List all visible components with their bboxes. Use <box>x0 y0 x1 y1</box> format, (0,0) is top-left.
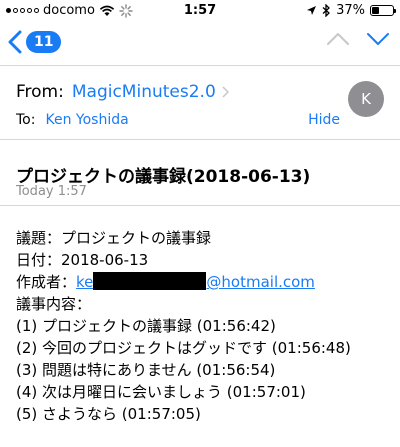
hide-details-link[interactable]: Hide <box>308 112 340 128</box>
battery-icon <box>370 5 396 16</box>
body-line-date: 日付：2018-06-13 <box>16 251 149 269</box>
chevron-left-icon <box>8 30 22 54</box>
minutes-item: (4) 次は月曜日に会いましょう (01:57:01) <box>16 383 306 401</box>
avatar: K <box>348 81 384 117</box>
minutes-item: (1) プロジェクトの議事録 (01:56:42) <box>16 317 276 335</box>
message-body: 議題：プロジェクトの議事録 日付：2018-06-13 作成者：ke @hotma… <box>16 227 396 425</box>
battery-percent: 37% <box>336 3 365 18</box>
message-header: From: MagicMinutes2.0 To: Ken Yoshida Hi… <box>0 66 400 140</box>
message-date: Today 1:57 <box>16 184 87 199</box>
to-label: To: <box>16 112 36 128</box>
message-navigation <box>326 32 390 46</box>
body-line-topic: 議題：プロジェクトの議事録 <box>16 229 212 247</box>
author-email-prefix: ke <box>76 273 94 291</box>
bluetooth-icon <box>322 4 331 17</box>
unread-count-badge: 11 <box>26 31 62 53</box>
minutes-item: (3) 問題は特にありません (01:56:54) <box>16 361 276 379</box>
sender-name[interactable]: MagicMinutes2.0 <box>72 82 216 102</box>
subject-block: プロジェクトの議事録(2018-06-13) Today 1:57 <box>0 140 400 206</box>
previous-message-chevron-up-icon[interactable] <box>326 32 350 46</box>
back-button[interactable]: 11 <box>8 30 62 54</box>
redaction-block <box>93 272 207 290</box>
body-line-author: 作成者：ke @hotmail.com <box>16 271 396 293</box>
from-row: From: MagicMinutes2.0 <box>16 82 229 102</box>
chevron-right-icon <box>222 86 229 98</box>
next-message-chevron-down-icon[interactable] <box>366 32 390 46</box>
author-email-suffix: @hotmail.com <box>206 273 315 291</box>
status-right: 37% <box>306 3 396 18</box>
battery-fill <box>372 7 380 14</box>
author-label: 作成者： <box>16 273 77 291</box>
from-label: From: <box>16 82 64 102</box>
author-email-link[interactable]: ke @hotmail.com <box>76 272 315 291</box>
minutes-item: (5) さようなら (01:57:05) <box>16 405 201 423</box>
nav-bar: 11 <box>0 22 400 66</box>
minutes-item: (2) 今回のプロジェクトはグッドです (01:56:48) <box>16 339 351 357</box>
to-row: To: Ken Yoshida <box>16 112 129 128</box>
status-bar: docomo 1:57 37% <box>0 0 400 22</box>
location-arrow-icon <box>307 6 317 15</box>
body-line-content-label: 議事内容： <box>16 295 92 313</box>
recipient-name[interactable]: Ken Yoshida <box>45 112 128 128</box>
